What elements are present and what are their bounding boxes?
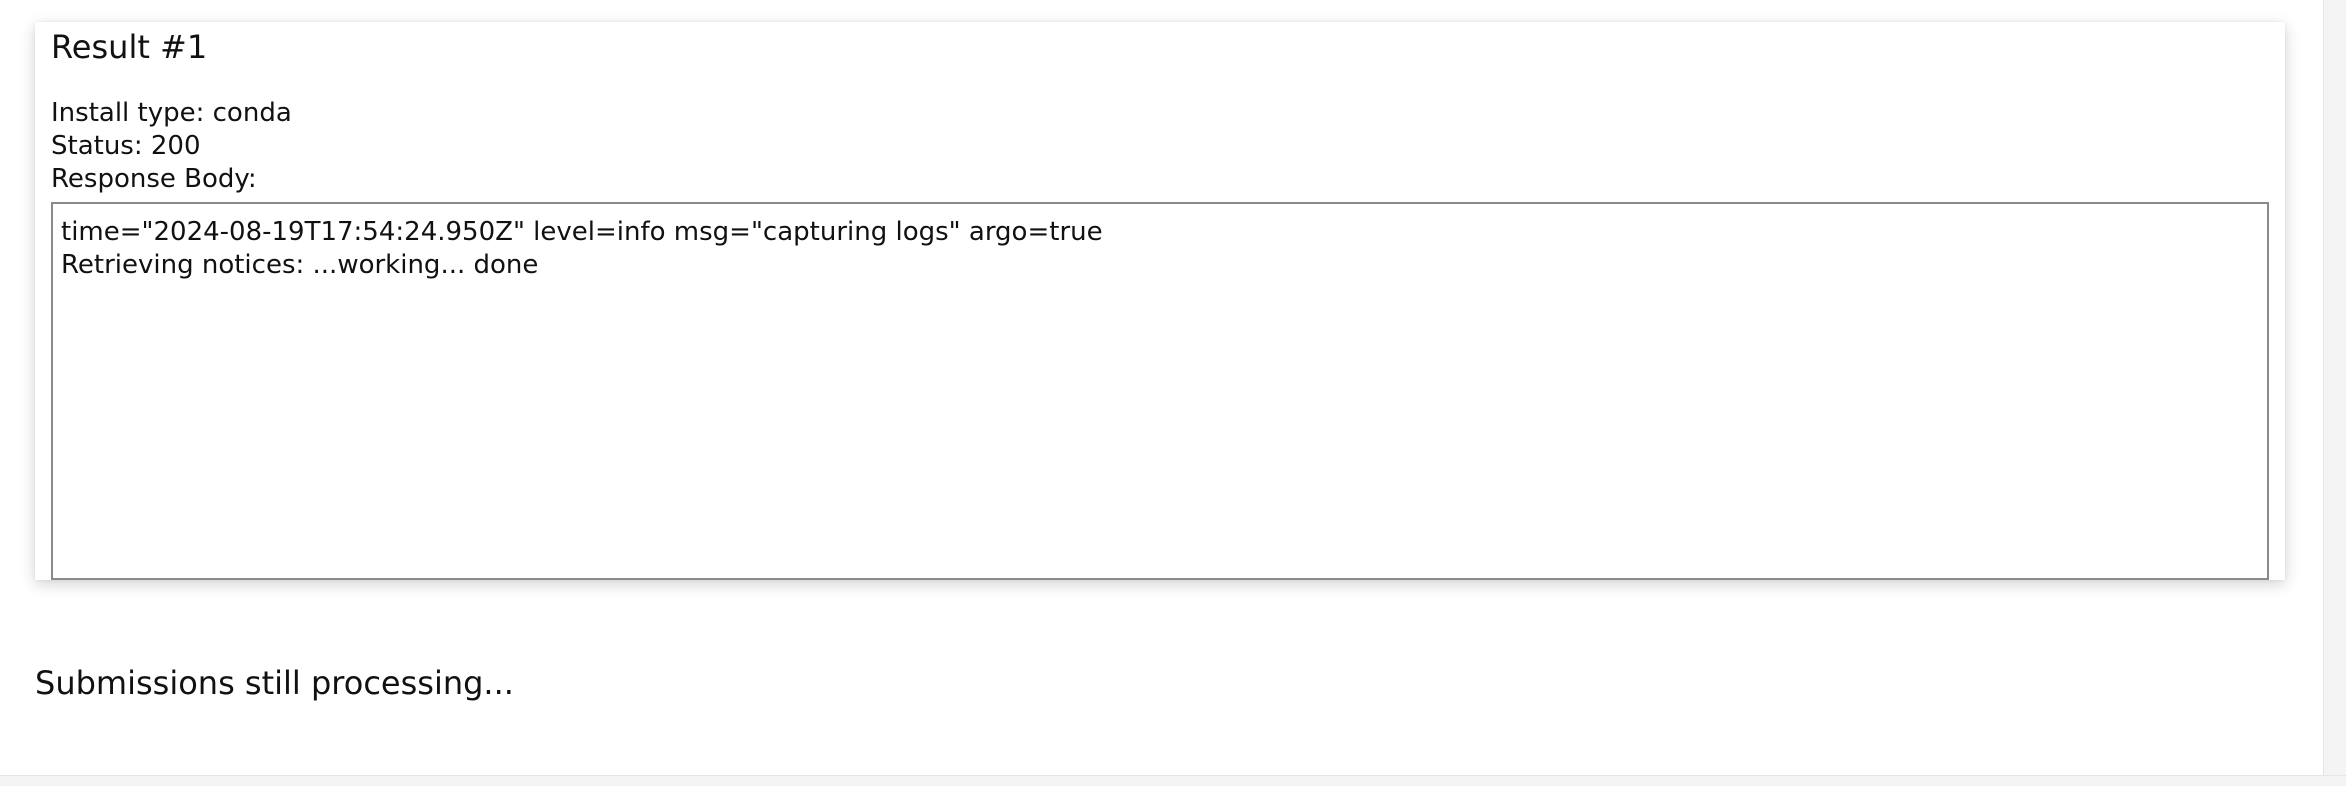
response-body-label: Response Body: [51, 164, 257, 194]
processing-message: Submissions still processing... [35, 664, 514, 702]
response-line: time="2024-08-19T17:54:24.950Z" level=in… [61, 217, 1103, 247]
result-title: Result #1 [51, 28, 208, 66]
status-text: Status: 200 [51, 131, 201, 161]
response-body-textarea[interactable]: time="2024-08-19T17:54:24.950Z" level=in… [51, 202, 2269, 580]
result-card: Result #1 Install type: conda Status: 20… [35, 22, 2285, 580]
install-type-text: Install type: conda [51, 98, 292, 128]
page-bottom-edge [0, 775, 2346, 786]
response-line: Retrieving notices: ...working... done [61, 250, 539, 280]
page-right-edge [2323, 0, 2346, 786]
